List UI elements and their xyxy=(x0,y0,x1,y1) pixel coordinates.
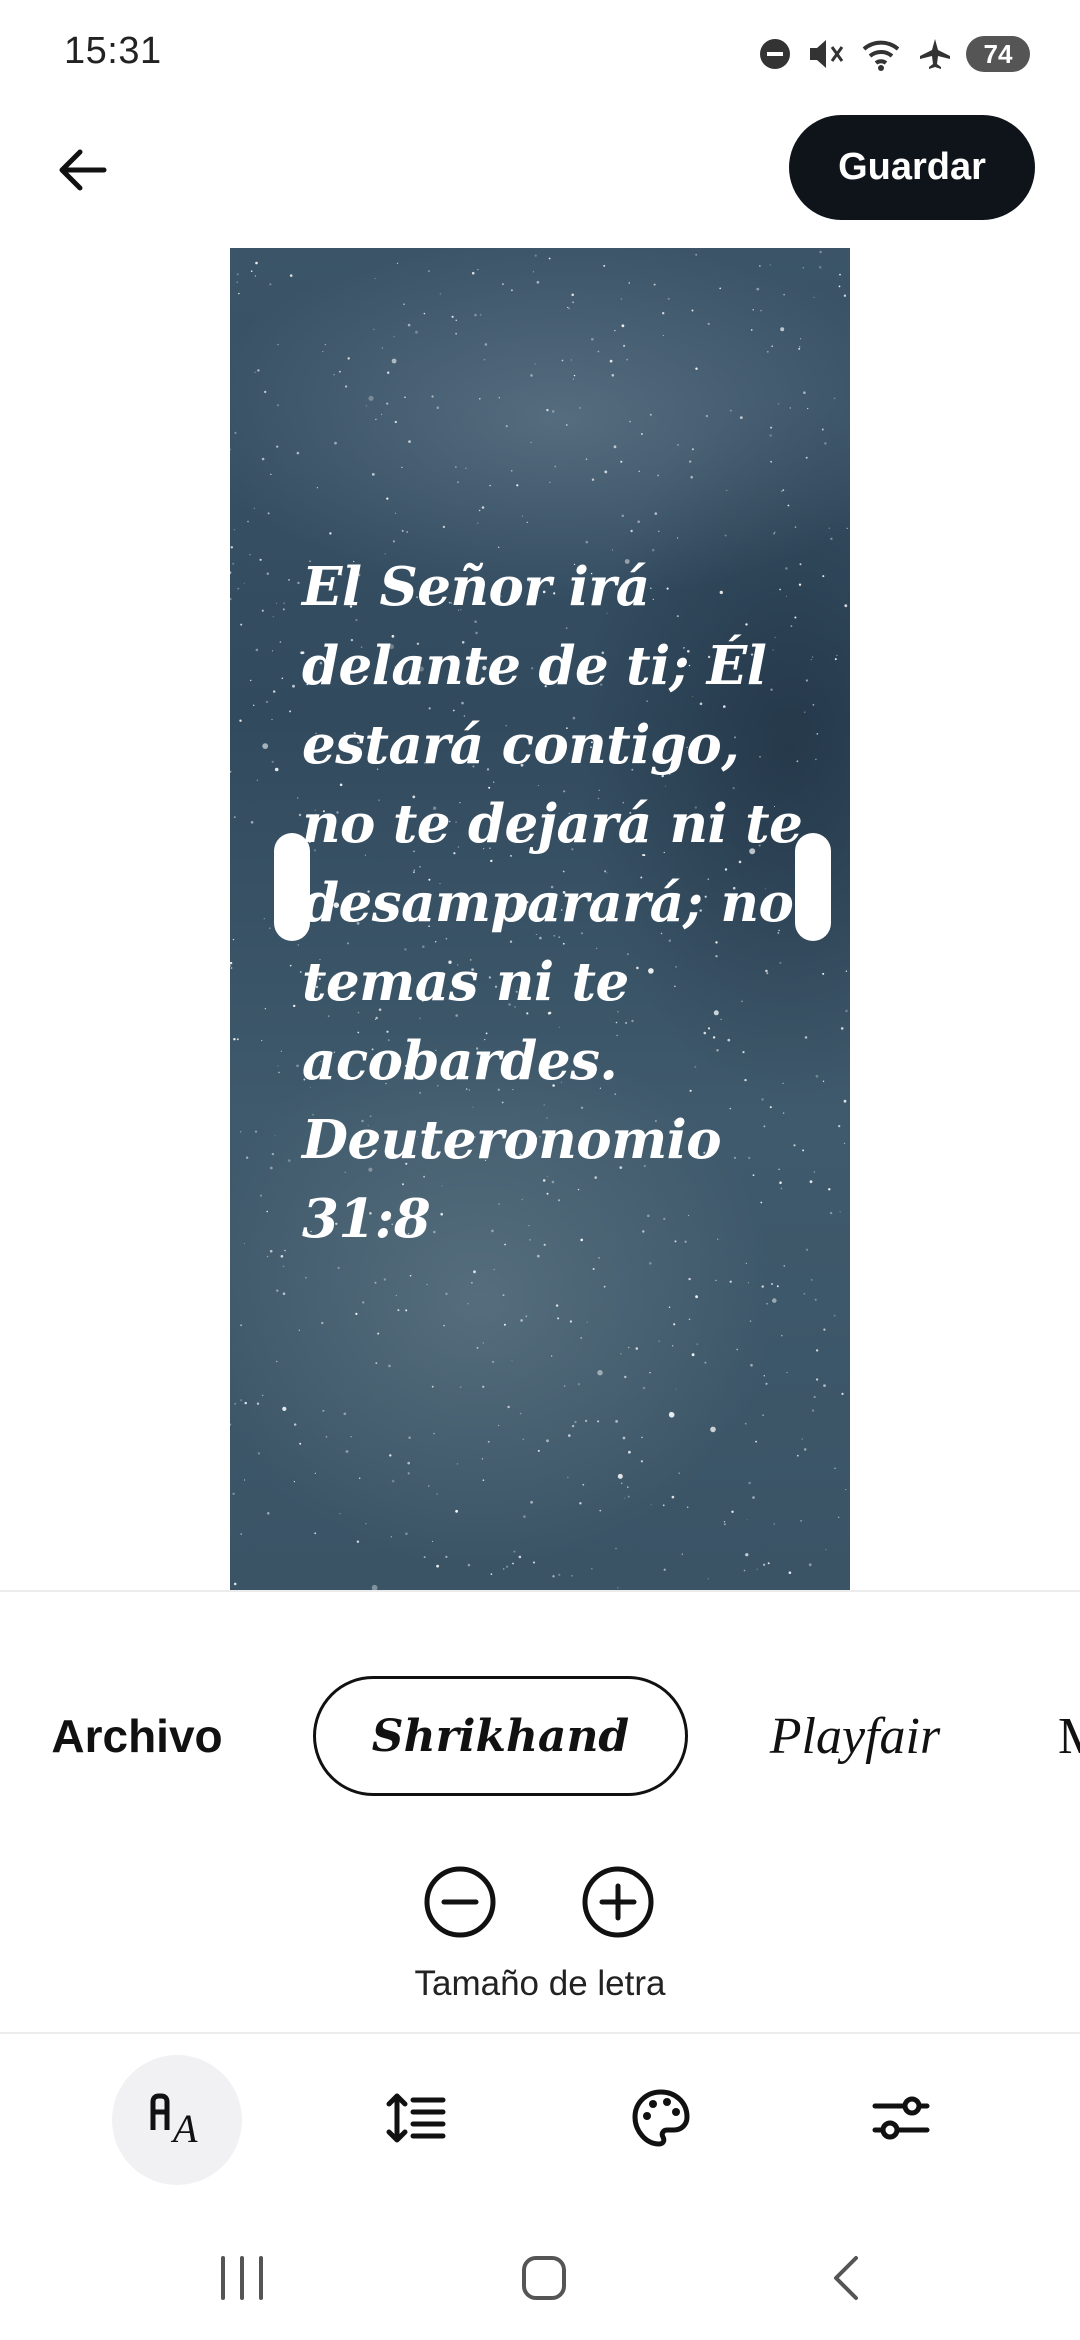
tool-text-style[interactable]: A xyxy=(112,2055,242,2185)
svg-text:A: A xyxy=(170,2106,198,2150)
wifi-icon xyxy=(860,36,904,72)
font-option-next[interactable]: M xyxy=(1058,1676,1080,1796)
wallpaper-preview: El Señor irá delante de ti; Él estará co… xyxy=(230,248,850,1590)
status-time: 15:31 xyxy=(64,30,162,72)
font-size-label: Tamaño de letra xyxy=(414,1964,666,2003)
plus-circle-icon xyxy=(580,1866,656,1944)
font-selector: Archivo Shrikhand Playfair M xyxy=(0,1676,1080,1796)
divider xyxy=(0,1590,1080,1592)
do-not-disturb-icon xyxy=(758,37,792,71)
resize-handle-right[interactable] xyxy=(795,833,831,941)
line-spacing-icon xyxy=(385,2086,449,2155)
back-icon xyxy=(826,2253,866,2308)
recents-icon xyxy=(217,2254,267,2307)
verse-text[interactable]: El Señor irá delante de ti; Él estará co… xyxy=(302,548,822,1259)
back-button[interactable] xyxy=(40,130,124,214)
status-bar: 15:31 74 xyxy=(0,0,1080,110)
nav-back-button[interactable] xyxy=(786,2240,906,2320)
nav-home-button[interactable] xyxy=(484,2240,604,2320)
increase-font-size-button[interactable] xyxy=(580,1864,656,1940)
tool-color[interactable] xyxy=(596,2055,726,2185)
tool-line-spacing[interactable] xyxy=(352,2055,482,2185)
battery-icon: 74 xyxy=(966,36,1030,72)
decrease-font-size-button[interactable] xyxy=(422,1864,498,1940)
tool-adjust[interactable] xyxy=(836,2055,966,2185)
font-option-shrikhand[interactable]: Shrikhand xyxy=(313,1676,688,1796)
save-button[interactable]: Guardar xyxy=(789,115,1035,220)
text-style-icon: A xyxy=(145,2086,209,2155)
nav-recents-button[interactable] xyxy=(182,2240,302,2320)
home-icon xyxy=(519,2253,569,2308)
font-option-archivo[interactable]: Archivo xyxy=(0,1676,274,1796)
sliders-icon xyxy=(869,2086,933,2155)
status-icons: 74 xyxy=(758,34,1030,74)
palette-icon xyxy=(629,2086,693,2155)
resize-handle-left[interactable] xyxy=(274,833,310,941)
airplane-icon xyxy=(918,37,952,71)
mute-icon xyxy=(806,36,846,72)
divider xyxy=(0,2032,1080,2034)
minus-circle-icon xyxy=(422,1866,498,1944)
arrow-left-icon xyxy=(52,140,112,205)
font-option-playfair[interactable]: Playfair xyxy=(735,1676,975,1796)
